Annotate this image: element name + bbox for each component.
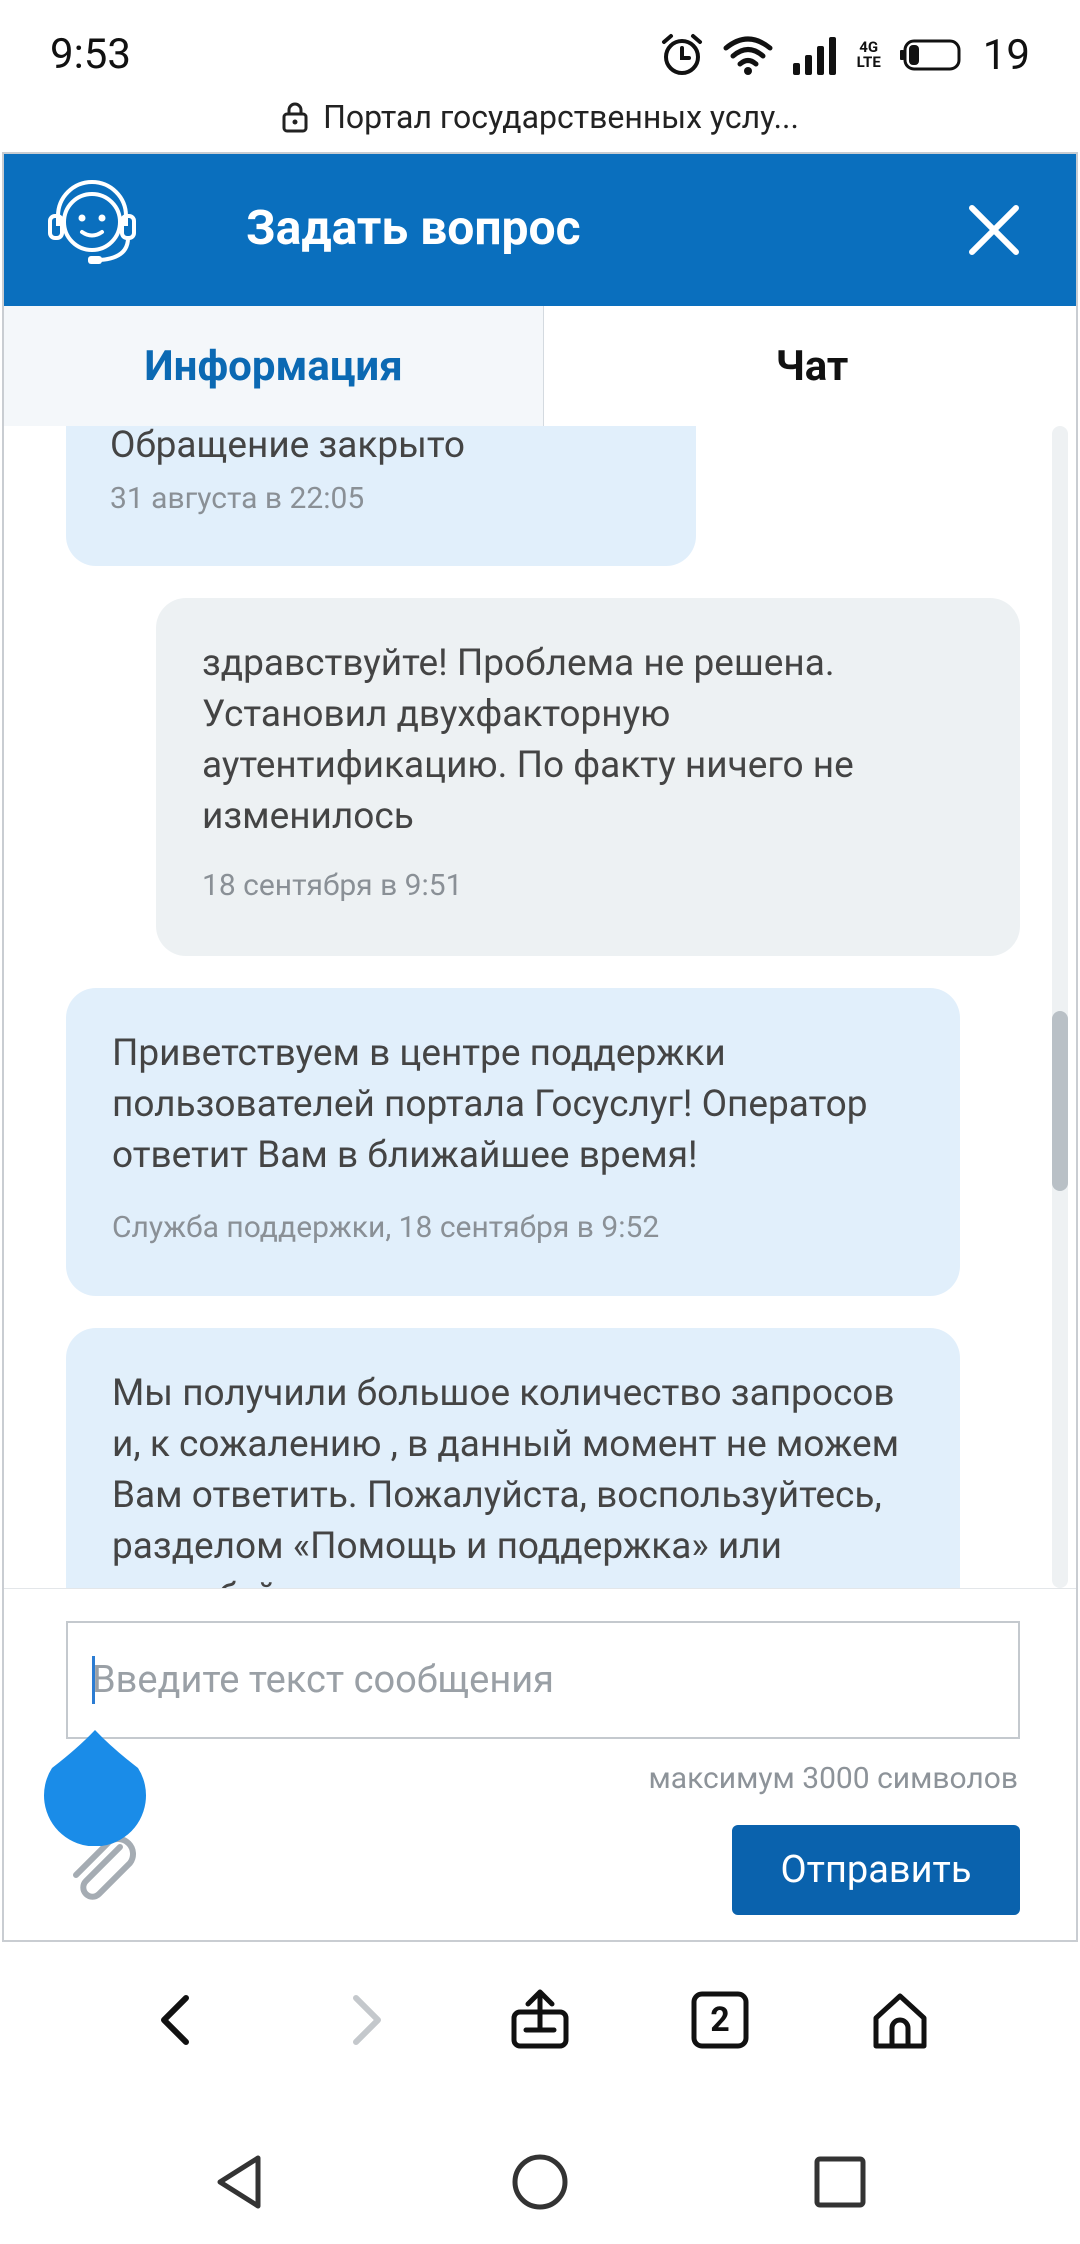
alarm-icon	[661, 34, 702, 75]
message-text: Обращение закрыто	[110, 426, 466, 467]
message-text: Мы получили большое количество запросов …	[112, 1372, 900, 1588]
network-type: 4G LTE	[856, 38, 881, 71]
text-selection-handle[interactable]	[42, 1728, 148, 1846]
status-time: 9:53	[50, 30, 131, 79]
support-chat-dialog: Задать вопрос Информация Чат Обращение з…	[2, 152, 1078, 1942]
close-icon[interactable]	[964, 200, 1024, 260]
tabs-button[interactable]: 2	[688, 1988, 752, 2052]
system-nav-bar	[0, 2120, 1080, 2244]
text-caret	[92, 1656, 95, 1704]
lock-icon	[282, 102, 308, 133]
wifi-icon	[723, 36, 773, 75]
message-input[interactable]	[66, 1621, 1020, 1739]
url-text: Портал государственных услу...	[323, 98, 799, 136]
nav-back-icon[interactable]	[208, 2150, 272, 2214]
dialog-title: Задать вопрос	[246, 199, 581, 256]
nav-home-icon[interactable]	[508, 2150, 572, 2214]
message-bubble-support: Обращение закрыто 31 августа в 22:05	[66, 426, 696, 566]
status-bar: 9:53 4G LTE 19	[0, 0, 1080, 100]
message-composer: максимум 3000 символов Отправить	[4, 1588, 1076, 1940]
browser-toolbar: 2	[0, 1950, 1080, 2090]
share-icon[interactable]	[508, 1988, 572, 2052]
message-bubble-support: Мы получили большое количество запросов …	[66, 1328, 960, 1588]
battery-level: 19	[982, 30, 1030, 80]
status-icons: 4G LTE 19	[659, 30, 1030, 80]
message-meta: Служба поддержки, 18 сентября в 9:52	[112, 1210, 660, 1245]
max-chars-hint: максимум 3000 символов	[648, 1761, 1019, 1796]
nav-recents-icon[interactable]	[808, 2150, 872, 2214]
chat-messages[interactable]: Обращение закрыто 31 августа в 22:05 здр…	[4, 426, 1076, 1588]
home-icon[interactable]	[868, 1988, 932, 2052]
signal-icon	[792, 37, 836, 75]
dialog-tabs: Информация Чат	[4, 306, 1076, 426]
forward-icon[interactable]	[332, 1988, 396, 2052]
message-meta: 31 августа в 22:05	[110, 481, 365, 516]
tab-chat[interactable]: Чат	[544, 306, 1076, 426]
send-button[interactable]: Отправить	[732, 1825, 1020, 1915]
tab-information[interactable]: Информация	[4, 306, 544, 426]
message-bubble-user: здравствуйте! Проблема не решена. Устано…	[156, 598, 1020, 956]
dialog-header: Задать вопрос	[4, 154, 1076, 306]
chat-scrollbar[interactable]	[1052, 426, 1068, 1588]
url-bar[interactable]: Портал государственных услу...	[0, 88, 1080, 146]
support-agent-icon	[48, 180, 136, 264]
message-meta: 18 сентября в 9:51	[202, 868, 463, 903]
message-text: Приветствуем в центре поддержки пользова…	[112, 1032, 868, 1177]
chat-scrollbar-thumb[interactable]	[1052, 1011, 1068, 1191]
tab-count: 2	[710, 2000, 730, 2040]
message-text: здравствуйте! Проблема не решена. Устано…	[202, 642, 854, 838]
battery-icon	[899, 39, 961, 71]
message-bubble-support: Приветствуем в центре поддержки пользова…	[66, 988, 960, 1296]
back-icon[interactable]	[146, 1988, 210, 2052]
